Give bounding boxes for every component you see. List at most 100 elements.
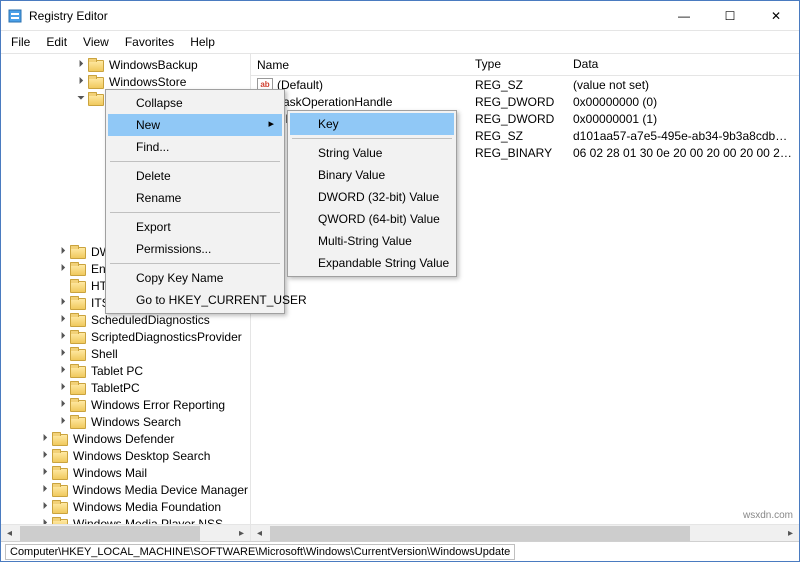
ctx-separator (110, 161, 280, 162)
status-path: Computer\HKEY_LOCAL_MACHINE\SOFTWARE\Mic… (5, 544, 515, 560)
tree-hscrollbar[interactable]: ◂ ▸ (1, 524, 250, 541)
ctx-separator (292, 138, 452, 139)
expand-icon[interactable]: ⏵ (75, 59, 87, 71)
tree-node-label: Shell (89, 347, 120, 361)
menu-favorites[interactable]: Favorites (117, 33, 182, 51)
sub-multistring[interactable]: Multi-String Value (290, 230, 454, 252)
tree-node-label: WindowsBackup (107, 58, 200, 72)
folder-icon (52, 500, 68, 513)
expand-icon[interactable]: ⏵ (57, 297, 69, 309)
tree-node[interactable]: ⏵Windows Desktop Search (1, 447, 250, 464)
app-icon (7, 8, 23, 24)
expand-icon[interactable]: ⏵ (39, 484, 51, 496)
window-title: Registry Editor (29, 9, 661, 23)
menu-file[interactable]: File (3, 33, 38, 51)
tree-node[interactable]: ⏵ Shell (1, 345, 250, 362)
ctx-permissions[interactable]: Permissions... (108, 238, 282, 260)
list-row[interactable]: 01TaskOperationHandleREG_DWORD0x00000000… (251, 93, 799, 110)
column-data[interactable]: Data (567, 54, 799, 75)
expand-icon[interactable]: ⏵ (39, 467, 51, 479)
expand-icon[interactable]: ⏵ (57, 348, 69, 360)
list-row[interactable]: ab(Default)REG_SZ(value not set) (251, 76, 799, 93)
menu-help[interactable]: Help (182, 33, 223, 51)
ctx-new[interactable]: New (108, 114, 282, 136)
ctx-export[interactable]: Export (108, 216, 282, 238)
tree-node-label: Windows Media Device Manager (71, 483, 250, 497)
ctx-separator (110, 212, 280, 213)
tree-node-label: Windows Media Foundation (71, 500, 223, 514)
value-type: REG_DWORD (469, 95, 567, 109)
expand-icon[interactable]: ⏵ (57, 365, 69, 377)
main-area: ⏵WindowsBackup⏵WindowsStore⏷WindowsUpdat… (1, 54, 799, 541)
tree-node[interactable]: ⏵ Windows Media Foundation (1, 498, 250, 515)
folder-icon (88, 92, 104, 105)
scroll-left-icon[interactable]: ◂ (251, 525, 268, 541)
expand-icon[interactable]: ⏵ (57, 416, 69, 428)
sub-expandstring[interactable]: Expandable String Value (290, 252, 454, 274)
tree-node[interactable]: ⏵ Tablet PC (1, 362, 250, 379)
tree-node-label: Tablet PC (89, 364, 145, 378)
tree-node[interactable]: ⏵Windows Error Reporting (1, 396, 250, 413)
context-menu[interactable]: Collapse New Find... Delete Rename Expor… (105, 89, 285, 314)
tree-node[interactable]: ⏵ WindowsBackup (1, 56, 250, 73)
value-type: REG_DWORD (469, 112, 567, 126)
titlebar: Registry Editor — ☐ ✕ (1, 1, 799, 31)
folder-icon (70, 398, 86, 411)
ctx-find[interactable]: Find... (108, 136, 282, 158)
tree-node[interactable]: ⏵ Windows Media Device Manager (1, 481, 250, 498)
tree-node[interactable]: ⏵TabletPC (1, 379, 250, 396)
tree-node[interactable]: ⏵ Windows Defender (1, 430, 250, 447)
expand-icon[interactable]: ⏵ (57, 331, 69, 343)
list-hscrollbar[interactable]: ◂ ▸ (251, 524, 799, 541)
close-button[interactable]: ✕ (753, 1, 799, 31)
sub-key[interactable]: Key (290, 113, 454, 135)
column-name[interactable]: Name (251, 54, 469, 75)
tree-node-label: ScheduledDiagnostics (89, 313, 212, 327)
value-data: 0x00000000 (0) (567, 95, 799, 109)
expand-icon[interactable]: ⏵ (57, 399, 69, 411)
expand-icon[interactable]: ⏵ (39, 501, 51, 513)
ctx-rename[interactable]: Rename (108, 187, 282, 209)
ctx-delete[interactable]: Delete (108, 165, 282, 187)
value-data: 06 02 28 01 30 0e 20 00 20 00 20 00 20 0… (567, 146, 799, 160)
maximize-button[interactable]: ☐ (707, 1, 753, 31)
column-type[interactable]: Type (469, 54, 567, 75)
menu-edit[interactable]: Edit (38, 33, 75, 51)
value-type: REG_BINARY (469, 146, 567, 160)
tree-node-label: ScriptedDiagnosticsProvider (89, 330, 244, 344)
scroll-right-icon[interactable]: ▸ (233, 525, 250, 541)
ctx-copy-key-name[interactable]: Copy Key Name (108, 267, 282, 289)
expand-icon[interactable]: ⏵ (39, 450, 51, 462)
expand-icon[interactable]: ⏵ (57, 382, 69, 394)
tree-node[interactable]: ⏵Windows Mail (1, 464, 250, 481)
scroll-right-icon[interactable]: ▸ (782, 525, 799, 541)
folder-icon (70, 245, 86, 258)
collapse-icon[interactable]: ⏷ (75, 93, 87, 105)
tree-hscroll-thumb[interactable] (20, 526, 200, 541)
registry-editor-window: Registry Editor — ☐ ✕ File Edit View Fav… (0, 0, 800, 562)
list-hscroll-thumb[interactable] (270, 526, 690, 541)
folder-icon (70, 262, 86, 275)
expand-icon[interactable]: ⏵ (75, 76, 87, 88)
ctx-goto-hkcu[interactable]: Go to HKEY_CURRENT_USER (108, 289, 282, 311)
list-header: Name Type Data (251, 54, 799, 76)
expand-icon[interactable]: ⏵ (57, 263, 69, 275)
context-submenu-new[interactable]: Key String Value Binary Value DWORD (32-… (287, 110, 457, 277)
expand-icon[interactable]: ⏵ (57, 246, 69, 258)
minimize-button[interactable]: — (661, 1, 707, 31)
tree-node-label: Windows Defender (71, 432, 176, 446)
tree-node[interactable]: ⏵WindowsStore (1, 73, 250, 90)
scroll-left-icon[interactable]: ◂ (1, 525, 18, 541)
sub-binary[interactable]: Binary Value (290, 164, 454, 186)
sub-dword[interactable]: DWORD (32-bit) Value (290, 186, 454, 208)
tree-node[interactable]: ⏵ ScriptedDiagnosticsProvider (1, 328, 250, 345)
expand-icon[interactable]: ⏵ (57, 314, 69, 326)
sub-qword[interactable]: QWORD (64-bit) Value (290, 208, 454, 230)
expand-icon[interactable]: ⏵ (39, 433, 51, 445)
value-type: REG_SZ (469, 78, 567, 92)
ctx-collapse[interactable]: Collapse (108, 92, 282, 114)
menu-view[interactable]: View (75, 33, 117, 51)
folder-icon (70, 313, 86, 326)
sub-string[interactable]: String Value (290, 142, 454, 164)
tree-node[interactable]: ⏵Windows Search (1, 413, 250, 430)
